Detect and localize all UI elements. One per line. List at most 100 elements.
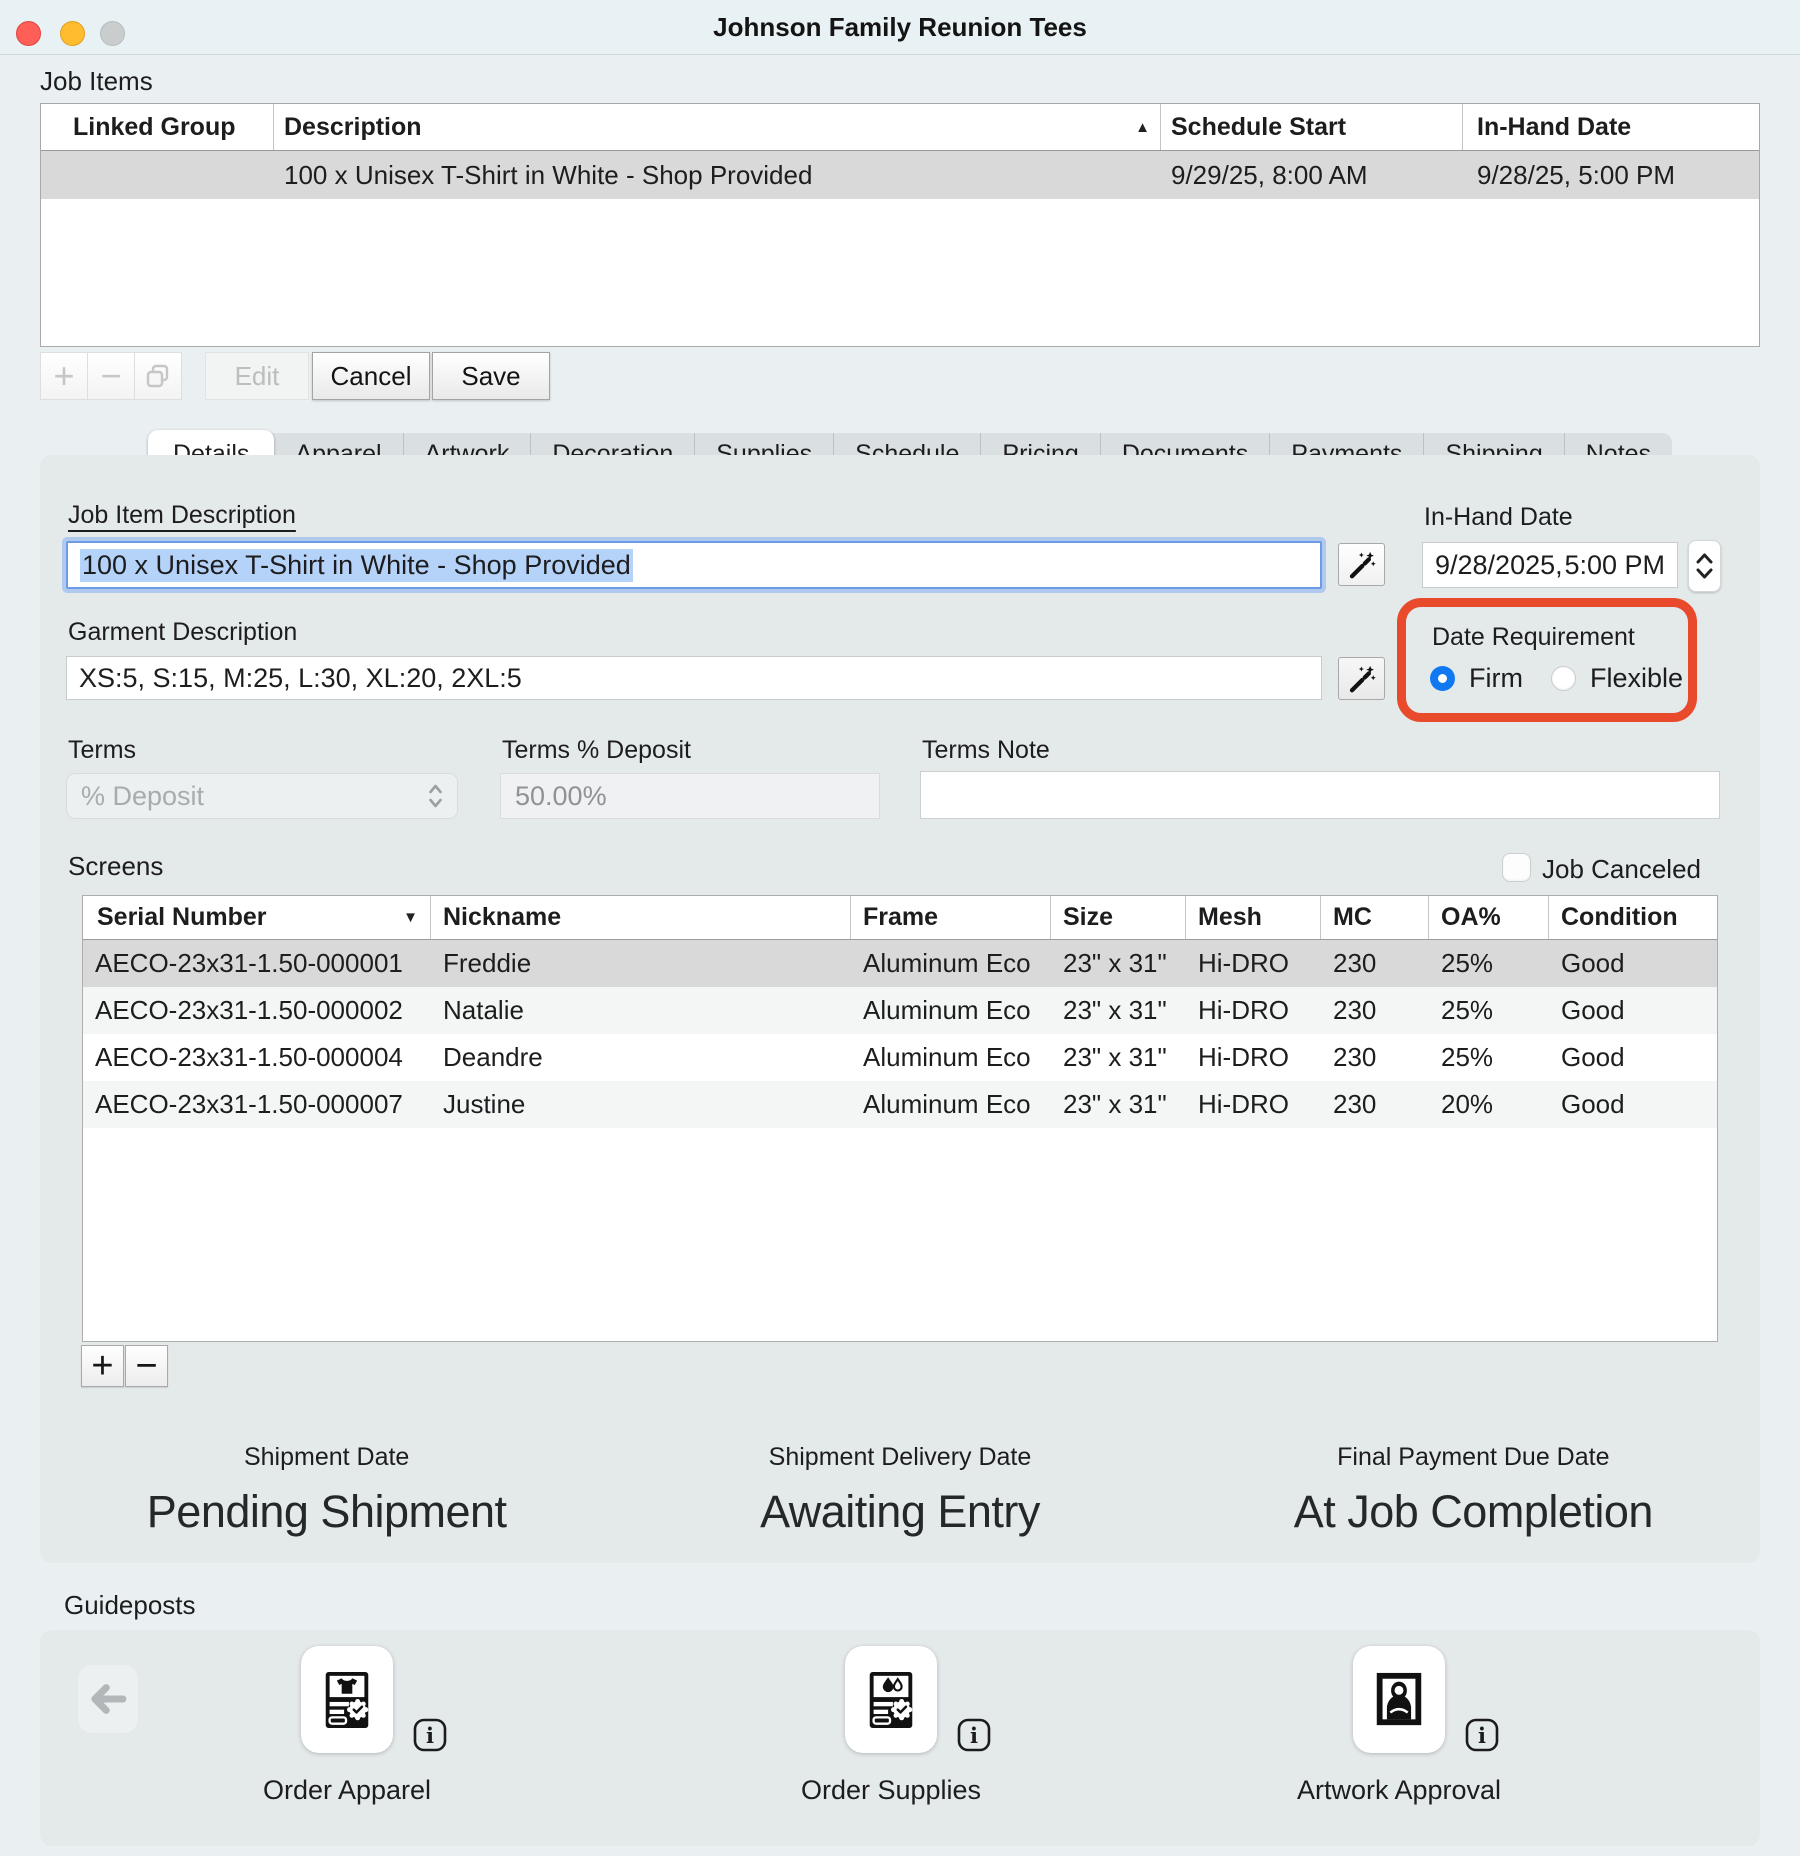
column-header-description[interactable]: Description▲ [274,104,1161,150]
window-title: Johnson Family Reunion Tees [0,12,1800,43]
screen-row[interactable]: AECO-23x31-1.50-000002 Natalie Aluminum … [83,987,1717,1034]
add-job-item-button[interactable]: + [40,352,88,400]
terms-deposit-label: Terms % Deposit [502,736,691,765]
chevron-up-icon [1696,553,1713,564]
column-header-size[interactable]: Size [1051,896,1186,939]
cell-nickname: Freddie [431,940,851,987]
cell-condition: Good [1549,1081,1719,1128]
final-payment-due-block: Final Payment Due Date At Job Completion [1187,1443,1760,1538]
sort-ascending-icon: ▲ [1135,119,1150,136]
save-button[interactable]: Save [432,352,550,400]
screens-table: Serial Number▼ Nickname Frame Size Mesh … [82,895,1718,1342]
cell-size: 23" x 31" [1051,987,1186,1034]
order-apparel-info-button[interactable]: i [413,1718,447,1752]
cell-frame: Aluminum Eco [851,1034,1051,1081]
cell-frame: Aluminum Eco [851,1081,1051,1128]
info-icon: i [957,1718,991,1752]
add-screen-button[interactable]: + [81,1345,124,1387]
cell-serial: AECO-23x31-1.50-000002 [83,987,431,1034]
cell-mesh: Hi-DRO [1186,987,1321,1034]
terms-deposit-input[interactable]: 50.00% [500,773,880,819]
guidepost-artwork-approval: i Artwork Approval [1304,1646,1494,1806]
column-header-frame[interactable]: Frame [851,896,1051,939]
cell-mc: 230 [1321,1034,1429,1081]
garment-description-input[interactable]: XS:5, S:15, M:25, L:30, XL:20, 2XL:5 [66,656,1322,700]
radio-firm-label: Firm [1469,663,1523,694]
job-items-table-header: Linked Group Description▲ Schedule Start… [41,104,1759,151]
apparel-order-icon [318,1668,376,1732]
radio-firm[interactable] [1430,666,1455,691]
job-items-table: Linked Group Description▲ Schedule Start… [40,103,1760,347]
column-header-condition[interactable]: Condition [1549,896,1719,939]
garment-description-label: Garment Description [68,618,297,647]
screen-row[interactable]: AECO-23x31-1.50-000001 Freddie Aluminum … [83,940,1717,987]
column-header-serial-number[interactable]: Serial Number▼ [83,896,431,939]
date-stepper[interactable] [1688,540,1721,592]
cell-condition: Good [1549,987,1719,1034]
job-canceled-label: Job Canceled [1542,854,1701,885]
cell-condition: Good [1549,940,1719,987]
in-hand-date-input[interactable]: 9/28/2025, 5:00 PM [1422,542,1678,588]
svg-text:i: i [426,1723,434,1748]
remove-screen-button[interactable]: − [125,1345,168,1387]
autofill-description-button[interactable] [1338,543,1385,586]
order-supplies-button[interactable] [845,1646,937,1753]
supplies-order-icon [862,1668,920,1732]
title-bar: Johnson Family Reunion Tees [0,0,1800,55]
terms-select[interactable]: % Deposit [66,773,458,819]
column-header-nickname[interactable]: Nickname [431,896,851,939]
order-supplies-info-button[interactable]: i [957,1718,991,1752]
shipment-date-label: Shipment Date [40,1443,613,1472]
column-header-linked-group[interactable]: Linked Group [41,104,274,150]
order-apparel-label: Order Apparel [252,1775,442,1806]
guidepost-back-button[interactable] [78,1665,138,1733]
artwork-approval-button[interactable] [1353,1646,1445,1753]
column-header-schedule-start[interactable]: Schedule Start [1161,104,1463,150]
date-requirement-label: Date Requirement [1432,623,1635,652]
edit-button[interactable]: Edit [205,352,309,400]
shipment-date-value: Pending Shipment [40,1486,613,1538]
cell-mc: 230 [1321,987,1429,1034]
cell-serial: AECO-23x31-1.50-000007 [83,1081,431,1128]
job-canceled-checkbox[interactable] [1502,853,1531,882]
cell-serial: AECO-23x31-1.50-000004 [83,1034,431,1081]
artwork-approval-info-button[interactable]: i [1465,1718,1499,1752]
terms-note-label: Terms Note [922,736,1050,765]
column-header-oa[interactable]: OA% [1429,896,1549,939]
in-hand-date-value: 9/28/2025, [1435,550,1563,581]
job-item-description-input[interactable]: 100 x Unisex T-Shirt in White - Shop Pro… [66,541,1322,589]
terms-note-input[interactable] [920,771,1720,819]
order-supplies-label: Order Supplies [796,1775,986,1806]
guidepost-order-supplies: i Order Supplies [796,1646,986,1806]
radio-flexible[interactable] [1551,666,1576,691]
shipment-delivery-date-value: Awaiting Entry [613,1486,1186,1538]
app-window: Johnson Family Reunion Tees Job Items Li… [0,0,1800,1856]
job-item-linked-group [41,151,274,199]
screens-section-label: Screens [68,851,163,882]
column-header-mesh[interactable]: Mesh [1186,896,1321,939]
screen-row[interactable]: AECO-23x31-1.50-000004 Deandre Aluminum … [83,1034,1717,1081]
sort-descending-icon: ▼ [403,909,418,926]
in-hand-time-value: 5:00 PM [1564,550,1665,581]
job-item-description: 100 x Unisex T-Shirt in White - Shop Pro… [274,151,1161,199]
autofill-garment-button[interactable] [1338,657,1385,700]
cell-mc: 230 [1321,940,1429,987]
column-header-mc[interactable]: MC [1321,896,1429,939]
duplicate-job-item-button[interactable] [134,352,182,400]
cell-size: 23" x 31" [1051,1081,1186,1128]
job-summary: Shipment Date Pending Shipment Shipment … [40,1443,1760,1538]
remove-job-item-button[interactable]: − [87,352,135,400]
final-payment-due-value: At Job Completion [1187,1486,1760,1538]
cancel-button[interactable]: Cancel [312,352,430,400]
order-apparel-button[interactable] [301,1646,393,1753]
cell-mc: 230 [1321,1081,1429,1128]
cell-mesh: Hi-DRO [1186,1081,1321,1128]
magic-wand-icon [1347,664,1377,694]
shipment-delivery-date-label: Shipment Delivery Date [613,1443,1186,1472]
screen-row[interactable]: AECO-23x31-1.50-000007 Justine Aluminum … [83,1081,1717,1128]
job-item-row-selected[interactable]: 100 x Unisex T-Shirt in White - Shop Pro… [41,151,1759,199]
column-header-in-hand-date[interactable]: In-Hand Date [1463,104,1759,150]
chevron-down-icon [1696,568,1713,579]
job-items-section-label: Job Items [40,66,153,97]
guideposts-section-label: Guideposts [64,1590,196,1621]
